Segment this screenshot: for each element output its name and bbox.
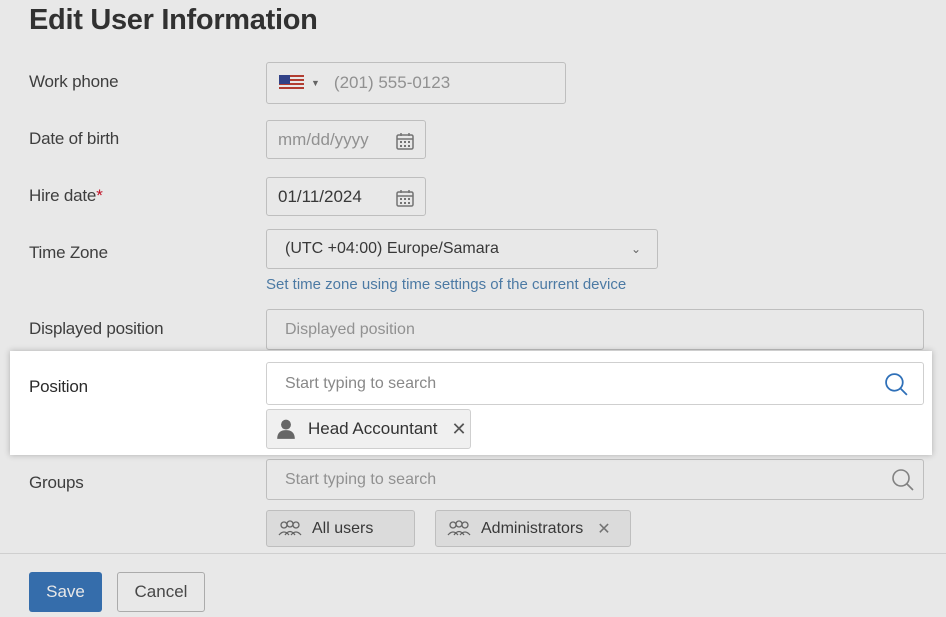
displayed-position-placeholder: Displayed position — [285, 320, 415, 338]
displayed-position-label: Displayed position — [29, 319, 164, 338]
save-button[interactable]: Save — [29, 572, 102, 612]
dim-overlay-right — [932, 351, 946, 455]
remove-tag-icon[interactable]: ✕ — [451, 419, 466, 440]
person-icon — [277, 419, 295, 439]
hire-date-label: Hire date* — [29, 186, 103, 206]
position-search-input[interactable]: Start typing to search — [266, 362, 924, 405]
search-icon[interactable] — [891, 468, 915, 492]
remove-tag-icon[interactable]: ✕ — [597, 519, 610, 539]
groups-search-placeholder: Start typing to search — [285, 470, 437, 488]
hire-date-value: 01/11/2024 — [278, 186, 362, 206]
search-icon[interactable] — [884, 372, 909, 397]
work-phone-placeholder: (201) 555-0123 — [333, 73, 451, 92]
groups-search-input[interactable]: Start typing to search — [266, 459, 924, 500]
cancel-button[interactable]: Cancel — [117, 572, 205, 612]
dim-overlay-top — [0, 0, 946, 351]
group-tag-all-users[interactable]: All users — [266, 510, 415, 547]
group-tag-label: All users — [312, 519, 374, 537]
date-of-birth-placeholder: mm/dd/yyyy — [278, 129, 369, 149]
users-icon — [278, 519, 302, 535]
us-flag-icon[interactable] — [279, 75, 304, 91]
displayed-position-input[interactable]: Displayed position — [266, 309, 924, 350]
work-phone-field[interactable]: ▼ (201) 555-0123 — [266, 62, 566, 104]
time-zone-label: Time Zone — [29, 243, 108, 262]
page-title: Edit User Information — [29, 4, 318, 36]
edit-user-page: Edit User Information Work phone ▼ (201)… — [0, 0, 946, 617]
position-search-placeholder: Start typing to search — [285, 374, 437, 392]
hire-date-label-text: Hire date — [29, 186, 97, 205]
caret-down-icon[interactable]: ▼ — [311, 78, 320, 88]
position-tag-head-accountant[interactable]: Head Accountant ✕ — [266, 409, 471, 449]
position-tag-label: Head Accountant — [308, 419, 438, 438]
required-mark: * — [96, 186, 103, 205]
time-zone-select[interactable]: (UTC +04:00) Europe/Samara ⌄ — [266, 229, 658, 269]
chevron-down-icon[interactable]: ⌄ — [631, 242, 641, 256]
work-phone-label: Work phone — [29, 72, 119, 91]
calendar-icon[interactable] — [395, 131, 415, 151]
time-zone-value: (UTC +04:00) Europe/Samara — [285, 240, 499, 257]
date-of-birth-field[interactable]: mm/dd/yyyy — [266, 120, 426, 159]
hire-date-field[interactable]: 01/11/2024 — [266, 177, 426, 216]
date-of-birth-label: Date of birth — [29, 129, 120, 148]
calendar-icon[interactable] — [395, 188, 415, 208]
position-row-highlight: Position Start typing to search Head Acc… — [10, 351, 932, 455]
group-tag-label: Administrators — [481, 519, 584, 537]
position-label: Position — [29, 377, 88, 396]
groups-label: Groups — [29, 473, 84, 492]
users-icon — [447, 519, 471, 535]
group-tag-administrators[interactable]: Administrators ✕ — [435, 510, 631, 547]
time-zone-hint-link[interactable]: Set time zone using time settings of the… — [266, 276, 626, 293]
dim-overlay-left — [0, 351, 10, 455]
